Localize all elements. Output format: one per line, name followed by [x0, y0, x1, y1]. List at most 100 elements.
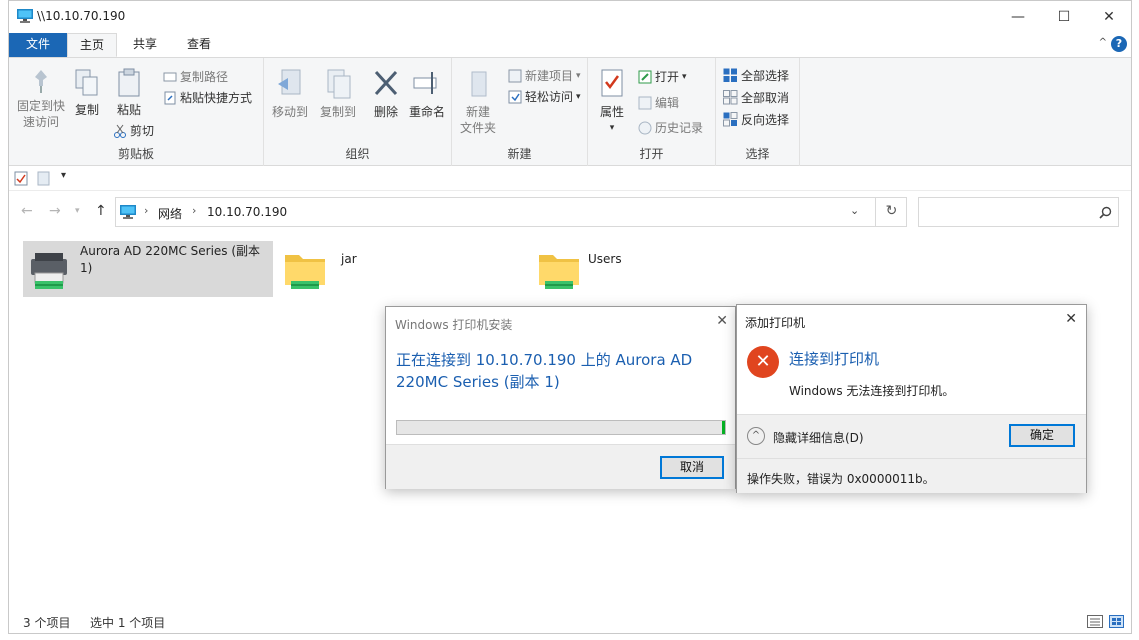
- group-label-select: 选择: [745, 147, 770, 161]
- minimize-button[interactable]: —: [995, 1, 1041, 32]
- add-printer-error-dialog: 添加打印机 ✕ ✕ 连接到打印机 Windows 无法连接到打印机。 ^ 隐藏详…: [736, 304, 1087, 493]
- ok-button[interactable]: 确定: [1009, 424, 1075, 447]
- shared-folder-icon: [539, 255, 579, 289]
- move-to-button[interactable]: 移动到: [268, 68, 312, 120]
- breadcrumb-network[interactable]: 网络: [158, 205, 182, 222]
- close-button[interactable]: ✕: [1086, 1, 1132, 32]
- copy-path-button[interactable]: 复制路径: [163, 68, 228, 85]
- move-to-icon: [278, 69, 301, 95]
- title-bar: \\10.10.70.190 — ☐ ✕: [9, 1, 1131, 32]
- tab-share[interactable]: 共享: [119, 33, 171, 57]
- cut-button[interactable]: 剪切: [113, 122, 154, 139]
- item-label: Aurora AD 220MC Series (副本: [80, 244, 261, 258]
- large-icons-view-icon[interactable]: [1109, 615, 1124, 628]
- copy-to-icon: [327, 69, 351, 99]
- new-item-icon: [508, 69, 522, 82]
- shared-folder-icon: [285, 255, 325, 289]
- hide-details-toggle[interactable]: 隐藏详细信息(D): [773, 429, 864, 446]
- new-folder-button[interactable]: 新建 文件夹: [456, 68, 500, 136]
- history-button[interactable]: 历史记录: [638, 119, 703, 136]
- cancel-button[interactable]: 取消: [660, 456, 724, 479]
- recent-locations-icon[interactable]: ▾: [75, 206, 80, 216]
- dialog-footer: 取消: [386, 444, 735, 489]
- new-item-button[interactable]: 新建项目 ▾: [508, 67, 581, 84]
- ribbon-tabs: 文件 主页 共享 查看: [9, 32, 1131, 57]
- tab-file[interactable]: 文件: [9, 33, 67, 57]
- close-icon[interactable]: ✕: [716, 313, 728, 329]
- printer-icon: [31, 253, 67, 289]
- scissors-icon: [114, 124, 126, 138]
- printer-install-dialog: Windows 打印机安装 ✕ 正在连接到 10.10.70.190 上的 Au…: [385, 306, 736, 489]
- collapse-details-icon[interactable]: ^: [747, 427, 765, 445]
- paste-icon: [118, 68, 140, 97]
- rename-button[interactable]: 重命名: [406, 68, 448, 120]
- error-detail: 操作失败，错误为 0x0000011b。: [747, 472, 935, 486]
- search-icon: [1099, 206, 1112, 219]
- edit-icon: [638, 96, 652, 109]
- breadcrumb-host[interactable]: 10.10.70.190: [207, 205, 287, 219]
- group-new: 新建 文件夹 新建项目 ▾ 轻松访问 ▾ 新建: [452, 58, 588, 166]
- paste-shortcut-icon: [164, 91, 176, 104]
- address-bar[interactable]: › 网络 › 10.10.70.190 ⌄: [115, 197, 907, 227]
- details-view-icon[interactable]: [1087, 615, 1103, 628]
- copy-path-icon: [163, 72, 177, 81]
- search-input[interactable]: [918, 197, 1119, 227]
- group-label-new: 新建: [507, 147, 532, 161]
- select-all-button[interactable]: 全部选择: [723, 67, 789, 84]
- copy-button[interactable]: 复制: [71, 68, 103, 118]
- group-open: 属性 ▾ 打开 ▾ 编辑 历史记录 打开: [588, 58, 716, 166]
- properties-icon: [601, 69, 623, 97]
- maximize-button[interactable]: ☐: [1041, 1, 1087, 32]
- selected-count: 选中 1 个项目: [90, 616, 166, 630]
- connecting-message: 正在连接到 10.10.70.190 上的 Aurora AD 220MC Se…: [396, 351, 693, 391]
- breadcrumb-separator-icon[interactable]: ›: [144, 204, 148, 217]
- up-arrow-icon[interactable]: ↑: [95, 203, 107, 219]
- error-message: Windows 无法连接到打印机。: [789, 384, 955, 398]
- history-icon: [638, 121, 652, 134]
- help-icon[interactable]: ?: [1111, 36, 1127, 52]
- copy-to-button[interactable]: 复制到: [316, 68, 360, 120]
- close-icon[interactable]: ✕: [1065, 311, 1077, 327]
- address-history-dropdown-icon[interactable]: ⌄: [850, 204, 859, 217]
- tab-home[interactable]: 主页: [67, 33, 117, 57]
- copy-icon: [75, 69, 98, 96]
- list-item-folder-jar[interactable]: jar: [279, 241, 409, 297]
- pin-icon: [35, 70, 47, 93]
- item-label: Users: [588, 252, 622, 266]
- edit-button[interactable]: 编辑: [638, 94, 679, 111]
- paste-shortcut-button[interactable]: 粘贴快捷方式: [163, 89, 252, 106]
- rename-icon: [413, 72, 437, 94]
- refresh-icon: ↻: [885, 203, 898, 219]
- network-location-icon: [120, 205, 136, 219]
- pin-quick-access-button[interactable]: 固定到快 速访问: [13, 68, 69, 130]
- properties-button[interactable]: 属性 ▾: [594, 68, 630, 136]
- select-none-button[interactable]: 全部取消: [723, 89, 789, 106]
- dialog-button-area: ^ 隐藏详细信息(D) 确定: [737, 414, 1086, 458]
- select-all-icon: [723, 68, 737, 82]
- group-label-organize: 组织: [345, 147, 370, 161]
- tab-view[interactable]: 查看: [173, 33, 225, 57]
- dialog-title: 添加打印机: [745, 316, 806, 330]
- paste-button[interactable]: 粘贴: [109, 68, 149, 118]
- forward-arrow-icon[interactable]: →: [49, 203, 61, 219]
- new-folder-small-icon[interactable]: [37, 171, 51, 186]
- list-item-printer[interactable]: Aurora AD 220MC Series (副本 1): [23, 241, 273, 297]
- collapse-ribbon-icon[interactable]: ^: [1099, 37, 1107, 48]
- open-button[interactable]: 打开 ▾: [638, 68, 687, 85]
- list-item-folder-users[interactable]: Users: [533, 241, 663, 297]
- customize-toolbar-icon[interactable]: ▾: [61, 170, 66, 181]
- status-bar: 3 个项目 选中 1 个项目: [9, 608, 1131, 634]
- back-arrow-icon[interactable]: ←: [21, 203, 33, 219]
- quick-access-toolbar: ▾: [9, 167, 1131, 191]
- properties-small-icon[interactable]: [14, 171, 28, 186]
- easy-access-button[interactable]: 轻松访问 ▾: [508, 88, 581, 105]
- breadcrumb-separator-icon[interactable]: ›: [192, 204, 196, 217]
- open-icon: [638, 70, 652, 83]
- invert-selection-button[interactable]: 反向选择: [723, 111, 789, 128]
- delete-button[interactable]: 删除: [368, 68, 404, 120]
- group-clipboard: 固定到快 速访问 复制 粘贴 复制路径 粘贴快捷方式 剪切 剪贴板: [9, 58, 264, 166]
- group-label-open: 打开: [639, 147, 664, 161]
- refresh-button[interactable]: ↻: [875, 197, 907, 227]
- window-title: \\10.10.70.190: [37, 9, 126, 23]
- easy-access-icon: [508, 90, 522, 103]
